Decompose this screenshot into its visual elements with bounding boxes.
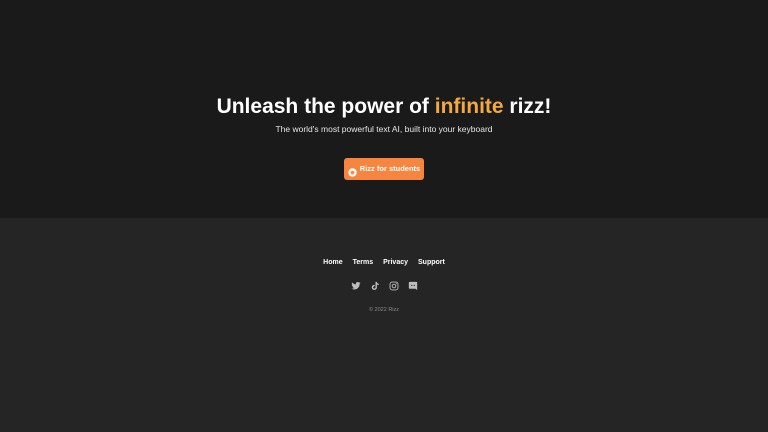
copyright-text: © 2022 Rizz (368, 307, 400, 313)
hero-subtitle: The world's most powerful text AI, built… (275, 124, 493, 134)
hero-headline: Unleash the power of infinite rizz! (0, 93, 768, 121)
discord-icon[interactable] (408, 281, 418, 291)
footer-link-privacy[interactable]: Privacy (383, 258, 408, 268)
tiktok-icon[interactable] (370, 281, 380, 291)
headline-text-end: rizz! (503, 95, 552, 118)
headline-text-start: Unleash the power of (216, 95, 435, 118)
rizz-for-students-button[interactable]: Rizz for students (344, 158, 424, 180)
footer-link-home[interactable]: Home (323, 258, 342, 268)
hero-section: Unleash the power of infinite rizz! The … (0, 0, 768, 218)
social-links (0, 281, 768, 291)
footer: Home Terms Privacy Support © 2022 Rizz (0, 218, 768, 432)
graduation-icon (348, 165, 357, 177)
cta-label: Rizz for students (359, 164, 421, 173)
footer-link-support[interactable]: Support (418, 258, 445, 268)
footer-link-terms[interactable]: Terms (353, 258, 374, 268)
footer-nav: Home Terms Privacy Support (0, 258, 768, 268)
instagram-icon[interactable] (389, 281, 399, 291)
twitter-icon[interactable] (350, 281, 361, 291)
headline-accent: infinite (434, 95, 504, 118)
